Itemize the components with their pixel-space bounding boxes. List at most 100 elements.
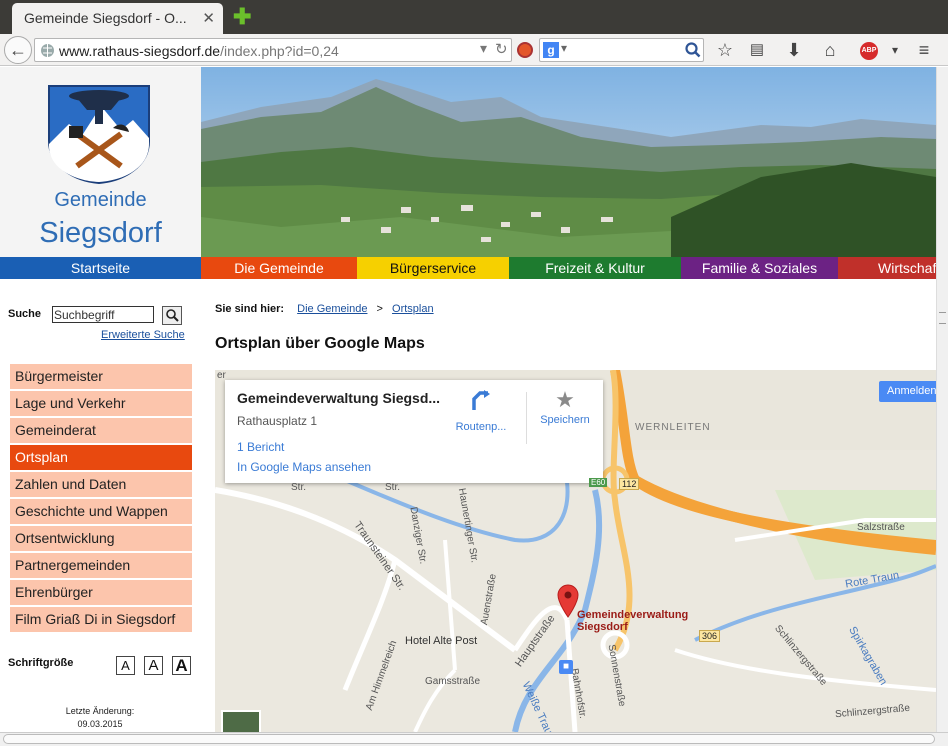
road-sign-112: 112 (619, 478, 640, 490)
pin-label: Gemeindeverwaltung Siegsdorf (577, 609, 688, 633)
satellite-thumbnail[interactable] (221, 710, 261, 732)
sidebar-item-ehrenbuerger[interactable]: Ehrenbürger (10, 580, 192, 605)
addon-icon[interactable] (517, 42, 533, 58)
sidebar-item-ortsplan[interactable]: Ortsplan (10, 445, 192, 470)
adblock-icon[interactable]: ABP (860, 42, 878, 60)
google-map[interactable]: Gemeindeverwaltung Siegsd... Rathausplat… (215, 370, 936, 732)
browser-tab-bar: Gemeinde Siegsdorf - O... ✕ ✚ (0, 0, 948, 34)
search-bar[interactable]: g ▾ (539, 38, 704, 62)
header-banner-image (201, 67, 936, 257)
sidebar-item-film[interactable]: Film Griaß Di in Siegsdorf (10, 607, 192, 632)
horizontal-scrollbar[interactable] (0, 732, 948, 746)
breadcrumb-ortsplan[interactable]: Ortsplan (392, 303, 434, 315)
brand-line-2: Siegsdorf (39, 217, 162, 249)
map-label-hotel-alte-post: Hotel Alte Post (405, 635, 478, 647)
sidebar-item-ortsentwicklung[interactable]: Ortsentwicklung (10, 526, 192, 551)
map-label-salzstrasse: Salzstraße (857, 522, 905, 533)
dropdown-arrow-icon[interactable]: ▾ (480, 40, 487, 57)
scroll-thumb[interactable] (3, 734, 935, 744)
search-engine-icon: g (543, 42, 559, 58)
sidebar-item-zahlen-und-daten[interactable]: Zahlen und Daten (10, 472, 192, 497)
road-sign-e60: E60 (589, 478, 608, 487)
pin-label-line-2: Siegsdorf (577, 621, 628, 633)
tab-title: Gemeinde Siegsdorf - O... (24, 10, 187, 26)
font-size-label: Schriftgröße (8, 657, 74, 669)
sidebar-item-gemeinderat[interactable]: Gemeinderat (10, 418, 192, 443)
map-label-wernleiten: WERNLEITEN (635, 422, 711, 433)
logo-area: Gemeinde Siegsdorf (0, 67, 201, 257)
engine-dropdown-icon[interactable]: ▾ (561, 41, 567, 55)
view-in-maps-link[interactable]: In Google Maps ansehen (237, 460, 371, 474)
bus-stop-icon: ■ (559, 660, 573, 674)
vertical-scrollbar[interactable] (936, 67, 948, 732)
search-input[interactable] (52, 306, 154, 323)
place-name: Gemeindeverwaltung Siegsd... (237, 390, 441, 406)
page-content: Gemeinde Siegsdorf Startseite Die Gemein… (0, 67, 936, 732)
route-label: Routenp... (455, 421, 507, 433)
nav-wirtschaft[interactable]: Wirtschaft (838, 257, 936, 279)
nav-familie-soziales[interactable]: Familie & Soziales (681, 257, 838, 279)
place-address: Rathausplatz 1 (237, 414, 318, 428)
search-icon[interactable] (685, 42, 701, 58)
signin-button[interactable]: Anmelden (879, 381, 936, 402)
reading-list-icon[interactable]: ▤ (745, 38, 769, 62)
star-icon: ★ (555, 387, 575, 412)
save-label: Speichern (540, 414, 590, 426)
route-button[interactable]: Routenp... (451, 388, 511, 444)
breadcrumb-die-gemeinde[interactable]: Die Gemeinde (297, 303, 367, 315)
breadcrumb: Sie sind hier: Die Gemeinde > Ortsplan (215, 303, 434, 315)
back-arrow-icon[interactable]: ← (4, 36, 32, 64)
nav-startseite[interactable]: Startseite (0, 257, 201, 279)
search-button[interactable] (162, 306, 182, 325)
sidebar-item-partnergemeinden[interactable]: Partnergemeinden (10, 553, 192, 578)
nav-buergerservice[interactable]: Bürgerservice (357, 257, 509, 279)
magnifier-icon (166, 309, 179, 322)
menu-icon[interactable]: ≡ (912, 38, 936, 62)
close-tab-icon[interactable]: ✕ (202, 9, 215, 27)
browser-nav-bar: ← www.rathaus-siegsdorf.de/index.php?id=… (0, 34, 948, 66)
search-label: Suche (8, 308, 42, 320)
url-path: /index.php?id=0,24 (220, 43, 339, 59)
save-button[interactable]: ★ Speichern (537, 388, 593, 444)
reload-icon[interactable]: ↻ (495, 40, 508, 58)
reviews-link[interactable]: 1 Bericht (237, 440, 284, 454)
sidebar-item-lage-und-verkehr[interactable]: Lage und Verkehr (10, 391, 192, 416)
nav-die-gemeinde[interactable]: Die Gemeinde (201, 257, 357, 279)
url-host: www.rathaus-siegsdorf.de (59, 43, 221, 59)
url-bar[interactable]: www.rathaus-siegsdorf.de/index.php?id=0,… (34, 38, 512, 62)
sidebar-item-buergermeister[interactable]: Bürgermeister (10, 364, 192, 389)
road-sign-306: 306 (699, 630, 721, 642)
brand-line-1: Gemeinde (54, 189, 147, 211)
font-size-large-button[interactable]: A (172, 656, 191, 675)
map-label-gamsstrasse: Gamsstraße (425, 676, 481, 687)
font-size-medium-button[interactable]: A (144, 656, 163, 675)
coat-of-arms-icon (48, 85, 150, 184)
map-label-ost-str: Str. (385, 482, 401, 493)
font-size-small-button[interactable]: A (116, 656, 135, 675)
home-icon[interactable]: ⌂ (818, 38, 842, 62)
nav-freizeit-kultur[interactable]: Freizeit & Kultur (509, 257, 681, 279)
breadcrumb-label: Sie sind hier: (215, 303, 285, 315)
sidebar-item-geschichte-und-wappen[interactable]: Geschichte und Wappen (10, 499, 192, 524)
directions-icon (472, 390, 490, 410)
sidebar-menu: Bürgermeister Lage und Verkehr Gemeinder… (10, 364, 192, 634)
advanced-search-link[interactable]: Erweiterte Suche (101, 329, 185, 341)
breadcrumb-separator: > (376, 303, 383, 315)
last-change-date: 09.03.2015 (77, 719, 123, 729)
place-info-card: Gemeindeverwaltung Siegsd... Rathausplat… (225, 380, 603, 483)
download-icon[interactable]: ⬇ (782, 38, 806, 62)
adblock-dropdown-icon[interactable]: ▾ (883, 38, 907, 62)
pin-label-line-1: Gemeindeverwaltung (577, 609, 689, 621)
globe-icon (41, 44, 54, 57)
main-navigation: Startseite Die Gemeinde Bürgerservice Fr… (0, 257, 936, 279)
map-label-top-left: er (217, 370, 226, 381)
new-tab-icon[interactable]: ✚ (233, 4, 251, 30)
map-label-west-str: Str. (291, 482, 307, 493)
card-divider (526, 392, 527, 444)
map-pin-icon[interactable] (557, 584, 579, 618)
browser-tab[interactable]: Gemeinde Siegsdorf - O... ✕ (12, 3, 223, 34)
last-change-label: Letzte Änderung: (65, 706, 135, 716)
bookmark-star-icon[interactable]: ☆ (713, 38, 737, 62)
scroll-grip-icon[interactable] (939, 312, 946, 324)
page-title: Ortsplan über Google Maps (215, 335, 425, 352)
